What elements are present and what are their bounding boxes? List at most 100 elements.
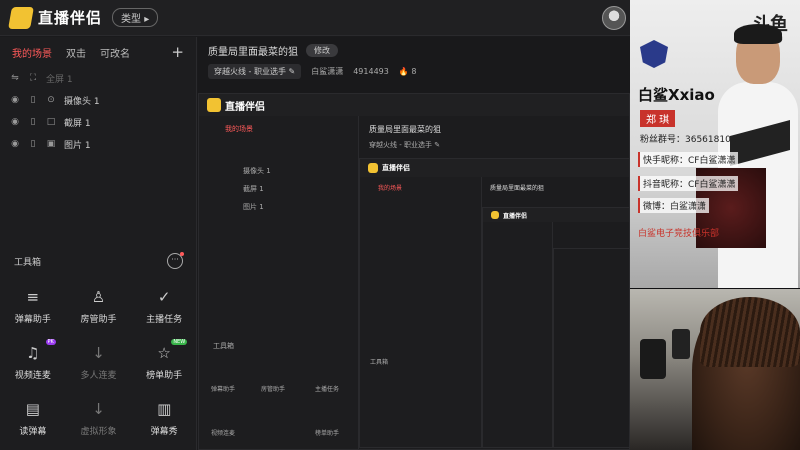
tool-avatar[interactable]: ↓ 虚拟形象 [66,399,132,437]
tab-double-click[interactable]: 双击 [66,45,86,60]
stream-meta: 穿越火线 - 职业选手 ✎ 白鲨潇潇 4914493 🔥 8 [208,64,620,79]
mirror-source: 图片 1 [243,203,264,211]
mirror-logo: 直播伴侣 [225,101,265,113]
eye-icon[interactable]: ◉ [10,139,20,149]
mirror-preview-1: 直播伴侣 我的场景 摄像头 1 截屏 1 图片 1 工具箱 弹幕助手 房管助手 … [198,93,630,450]
mirror-tool: 弹幕助手 [211,386,236,393]
link-icon: ⇋ [11,73,19,83]
mirror-left-panel [483,222,553,447]
tab-rename[interactable]: 可改名 [100,45,130,60]
chair-shape [672,329,690,359]
club-name: 白鲨电子竞技俱乐部 [638,229,720,239]
mirror-left-panel: 我的场景 摄像头 1 截屏 1 图片 1 工具箱 弹幕助手 房管助手 主播任务 … [199,116,359,449]
camera-icon: ⊙ [47,95,55,105]
toolbox-grid: ≡ 弹幕助手 ♙ 房管助手 ✓ 主播任务 ♫ PK 视频连麦 ↓ 多人连麦 ☆ NE… [0,287,197,437]
danmu-icon: ≡ [26,288,40,306]
tool-label: 视频连麦 [14,371,51,381]
mirror-source: 截屏 1 [243,185,264,193]
stream-title: 质量局里面最菜的狙 [208,47,298,58]
mirror-logo: 直播伴侣 [503,212,528,220]
stream-overlay: 斗鱼 DOUYU.COM 白鲨Xxiao 郑 琪 粉丝群号：365618101 … [630,0,800,450]
stream-info: 质量局里面最菜的狙 修改 穿越火线 - 职业选手 ✎ 白鲨潇潇 4914493 … [198,37,630,85]
mirror-preview-2: 直播伴侣 我的场景 工具箱 质量局里面最菜的狙 直播伴侣 [359,158,629,448]
team-logo-icon [640,40,668,68]
source-label: 截屏 1 [64,118,91,129]
kuaishou-name: 快手昵称：CF白鲨潇潇 [638,152,739,167]
tool-danmu-assistant[interactable]: ≡ 弹幕助手 [0,287,66,325]
edit-title-button[interactable]: 修改 [306,44,338,57]
toolbox-header: 工具箱 ··· [0,252,197,269]
fullscreen-icon: ⛶ [29,73,37,83]
mirror-tool: 主播任务 [315,386,340,393]
source-item-image[interactable]: ◉ ▯ ▣ 图片 1 [0,133,196,155]
weibo-name: 微博：白鲨潇潇 [638,198,710,213]
category-selector[interactable]: 穿越火线 - 职业选手 ✎ [208,64,302,79]
mirror-topbar: 直播伴侣 [483,208,629,222]
lock-icon[interactable]: ▯ [28,139,38,149]
tool-label: 弹幕秀 [150,427,178,437]
mirror-tool: 视频连麦 [211,430,236,437]
tool-multi-connect[interactable]: ↓ 多人连麦 [66,343,132,381]
streamer-real-name: 郑 琪 [640,110,676,127]
room-id: 4914493 [353,67,389,76]
star-icon: ☆ NEW [153,339,188,363]
crop-icon: □ [46,117,56,127]
eye-icon[interactable]: ◉ [10,95,20,105]
pk-badge: PK [45,339,56,345]
tab-my-scenes[interactable]: 我的场景 [12,45,52,60]
app-window: 直播伴侣 类型 ▸ 我的场景 双击 可改名 + ⇋ ⛶ 全屏 1 ◉ ▯ ⊙ 摄… [0,0,800,450]
tool-video-connect[interactable]: ♫ PK 视频连麦 [0,339,66,381]
streamer-name: 白鲨Xxiao [638,86,715,104]
streamer-username: 白鲨潇潇 [311,67,344,76]
mirror-logo-icon [207,98,221,112]
tool-rank-assistant[interactable]: ☆ NEW 榜单助手 [131,339,197,381]
source-item-camera[interactable]: ◉ ▯ ⊙ 摄像头 1 [0,89,196,111]
tool-label: 房管助手 [80,315,117,325]
tool-label: 弹幕助手 [14,315,51,325]
lock-icon[interactable]: ▯ [28,95,38,105]
title-bar: 直播伴侣 类型 ▸ [0,0,630,36]
tool-room-admin[interactable]: ♙ 房管助手 [66,287,132,325]
star-glyph: ☆ [157,344,171,362]
scene-tabs: 我的场景 双击 可改名 + [0,37,196,67]
task-icon: ✓ [157,288,171,306]
mirror-left-panel: 我的场景 工具箱 [360,177,482,447]
streamer-hair [734,24,782,44]
source-item-fullscreen[interactable]: ⇋ ⛶ 全屏 1 [0,67,196,89]
app-logo: 直播伴侣 [8,6,102,29]
download-icon: ↓ [92,400,105,418]
download-icon: ↓ [92,344,105,362]
source-label: 摄像头 1 [64,96,100,107]
toolbox-title: 工具箱 [14,257,42,268]
new-badge: NEW [171,339,188,345]
tool-anchor-task[interactable]: ✓ 主播任务 [131,287,197,325]
lock-icon[interactable]: ▯ [28,117,38,127]
more-icon[interactable]: ··· [167,252,184,269]
mirror-tab: 我的场景 [225,125,253,133]
fans-group: 粉丝群号：365618101 [640,135,737,145]
mirror-preview-4 [553,248,629,447]
tool-read-danmu[interactable]: ▤ 读弹幕 [0,399,66,437]
mic-icon: ♫ PK [22,339,56,363]
webcam-feed [630,289,800,450]
tool-label: 多人连麦 [80,371,117,381]
mirror-title: 质量局里面最菜的狙 [369,125,441,134]
image-icon: ▣ [46,139,56,149]
hair-shape [700,297,800,367]
user-avatar[interactable] [602,6,626,30]
source-item-screenshot[interactable]: ◉ ▯ □ 截屏 1 [0,111,196,133]
viewers-count: 🔥 8 [399,67,417,76]
user-icon: ♙ [91,288,106,306]
mirror-toolbox-title: 工具箱 [213,342,234,350]
source-label: 图片 1 [64,140,91,151]
mirror-tool: 榜单助手 [315,430,340,437]
mirror-topbar: 直播伴侣 [360,159,629,177]
add-scene-button[interactable]: + [171,43,184,61]
preview-area[interactable]: 质量局里面最菜的狙 修改 穿越火线 - 职业选手 ✎ 白鲨潇潇 4914493 … [198,37,630,450]
type-button[interactable]: 类型 ▸ [112,8,159,27]
tool-danmu-show[interactable]: ▥ 弹幕秀 [131,399,197,437]
mirror-tab: 我的场景 [378,185,403,192]
eye-icon[interactable]: ◉ [10,117,20,127]
mirror-logo-icon [491,211,499,219]
mirror-source: 摄像头 1 [243,167,271,175]
